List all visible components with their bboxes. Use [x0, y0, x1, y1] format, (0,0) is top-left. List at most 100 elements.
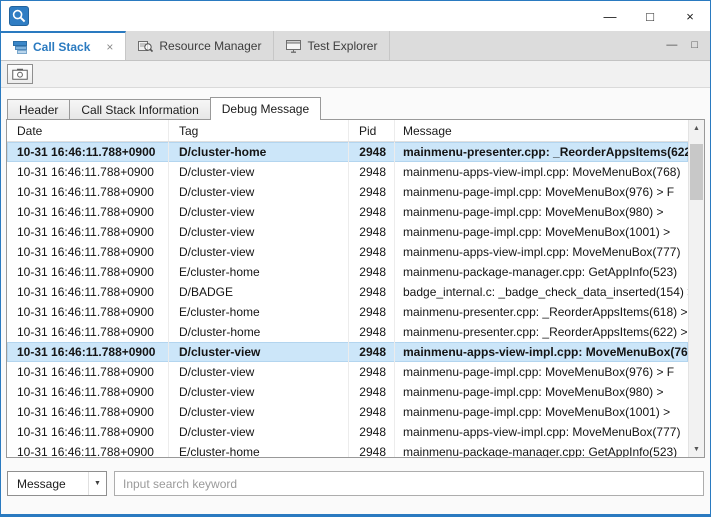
cell-message: mainmenu-presenter.cpp: _ReorderAppsItem…: [395, 302, 688, 322]
log-row[interactable]: 10-31 16:46:11.788+0900 E/cluster-home 2…: [7, 262, 688, 282]
log-row[interactable]: 10-31 16:46:11.788+0900 D/cluster-view 2…: [7, 382, 688, 402]
panel-minimize-icon[interactable]: —: [666, 40, 677, 51]
log-row[interactable]: 10-31 16:46:11.788+0900 D/cluster-home 2…: [7, 322, 688, 342]
test-explorer-icon: [286, 39, 301, 53]
tab-call-stack[interactable]: Call Stack ×: [1, 31, 126, 60]
cell-tag: D/cluster-view: [169, 342, 349, 362]
chevron-down-icon: ▼: [88, 472, 106, 495]
cell-message: mainmenu-page-impl.cpp: MoveMenuBox(980)…: [395, 382, 688, 402]
tab-test-explorer[interactable]: Test Explorer: [274, 31, 390, 60]
cell-pid: 2948: [349, 382, 395, 402]
capture-log-button[interactable]: [7, 64, 33, 84]
cell-tag: D/cluster-view: [169, 162, 349, 182]
scroll-up-icon[interactable]: ▲: [689, 120, 704, 136]
cell-date: 10-31 16:46:11.788+0900: [7, 302, 169, 322]
log-row[interactable]: 10-31 16:46:11.788+0900 E/cluster-home 2…: [7, 442, 688, 458]
cell-date: 10-31 16:46:11.788+0900: [7, 322, 169, 342]
log-row[interactable]: 10-31 16:46:11.788+0900 D/BADGE 2948 bad…: [7, 282, 688, 302]
log-table: Date Tag Pid Message 10-31 16:46:11.788+…: [6, 119, 705, 458]
cell-pid: 2948: [349, 202, 395, 222]
cell-tag: D/cluster-view: [169, 222, 349, 242]
panel-controls: — □: [666, 31, 710, 60]
cell-message: mainmenu-package-manager.cpp: GetAppInfo…: [395, 442, 688, 458]
cell-pid: 2948: [349, 322, 395, 342]
tab-close-icon[interactable]: ×: [106, 40, 113, 54]
cell-date: 10-31 16:46:11.788+0900: [7, 442, 169, 458]
cell-tag: D/cluster-view: [169, 382, 349, 402]
cell-message: mainmenu-page-impl.cpp: MoveMenuBox(1001…: [395, 402, 688, 422]
cell-pid: 2948: [349, 282, 395, 302]
column-header-date[interactable]: Date: [7, 120, 169, 141]
cell-tag: E/cluster-home: [169, 262, 349, 282]
log-row[interactable]: 10-31 16:46:11.788+0900 E/cluster-home 2…: [7, 302, 688, 322]
cell-message: mainmenu-apps-view-impl.cpp: MoveMenuBox…: [395, 242, 688, 262]
column-header-pid[interactable]: Pid: [349, 120, 395, 141]
column-header-tag[interactable]: Tag: [169, 120, 349, 141]
window-maximize-button[interactable]: □: [630, 1, 670, 31]
log-row[interactable]: 10-31 16:46:11.788+0900 D/cluster-view 2…: [7, 362, 688, 382]
cell-date: 10-31 16:46:11.788+0900: [7, 142, 169, 162]
window-close-button[interactable]: ×: [670, 1, 710, 31]
cell-pid: 2948: [349, 422, 395, 442]
cell-tag: D/cluster-view: [169, 362, 349, 382]
log-row[interactable]: 10-31 16:46:11.788+0900 D/cluster-view 2…: [7, 162, 688, 182]
column-header-message[interactable]: Message: [395, 120, 688, 141]
call-stack-icon: [13, 40, 27, 54]
cell-date: 10-31 16:46:11.788+0900: [7, 202, 169, 222]
cell-tag: D/cluster-view: [169, 242, 349, 262]
cell-date: 10-31 16:46:11.788+0900: [7, 282, 169, 302]
view-tab-bar: Header Call Stack Information Debug Mess…: [7, 97, 320, 120]
cell-tag: D/cluster-view: [169, 422, 349, 442]
cell-message: mainmenu-page-impl.cpp: MoveMenuBox(976)…: [395, 182, 688, 202]
cell-message: mainmenu-apps-view-impl.cpp: MoveMenuBox…: [395, 342, 688, 362]
log-row[interactable]: 10-31 16:46:11.788+0900 D/cluster-view 2…: [7, 342, 688, 362]
log-row[interactable]: 10-31 16:46:11.788+0900 D/cluster-view 2…: [7, 402, 688, 422]
cell-tag: D/cluster-view: [169, 402, 349, 422]
cell-pid: 2948: [349, 362, 395, 382]
titlebar[interactable]: — □ ×: [1, 1, 710, 31]
camera-icon: [12, 68, 28, 80]
app-icon: [9, 6, 29, 26]
cell-pid: 2948: [349, 402, 395, 422]
cell-tag: D/cluster-view: [169, 182, 349, 202]
search-field-dropdown[interactable]: Message ▼: [7, 471, 107, 496]
log-row[interactable]: 10-31 16:46:11.788+0900 D/cluster-view 2…: [7, 202, 688, 222]
cell-tag: E/cluster-home: [169, 302, 349, 322]
panel-maximize-icon[interactable]: □: [691, 40, 698, 51]
log-row[interactable]: 10-31 16:46:11.788+0900 D/cluster-view 2…: [7, 422, 688, 442]
tab-header[interactable]: Header: [7, 99, 70, 120]
cell-date: 10-31 16:46:11.788+0900: [7, 382, 169, 402]
cell-pid: 2948: [349, 262, 395, 282]
cell-pid: 2948: [349, 302, 395, 322]
scrollbar-thumb[interactable]: [690, 144, 703, 200]
log-row[interactable]: 10-31 16:46:11.788+0900 D/cluster-view 2…: [7, 242, 688, 262]
cell-message: mainmenu-page-impl.cpp: MoveMenuBox(980)…: [395, 202, 688, 222]
search-input[interactable]: [114, 471, 704, 496]
search-bar: Message ▼: [7, 471, 704, 496]
tab-call-stack-information[interactable]: Call Stack Information: [69, 99, 210, 120]
vertical-scrollbar[interactable]: ▲ ▼: [688, 120, 704, 457]
cell-message: mainmenu-apps-view-impl.cpp: MoveMenuBox…: [395, 162, 688, 182]
table-header-row: Date Tag Pid Message: [7, 120, 688, 142]
window-controls: — □ ×: [590, 1, 710, 31]
client-area: Header Call Stack Information Debug Mess…: [1, 88, 710, 514]
main-tab-bar: Call Stack × Resource Manager: [1, 31, 710, 61]
cell-pid: 2948: [349, 242, 395, 262]
cell-date: 10-31 16:46:11.788+0900: [7, 262, 169, 282]
log-row[interactable]: 10-31 16:46:11.788+0900 D/cluster-view 2…: [7, 182, 688, 202]
cell-message: mainmenu-page-impl.cpp: MoveMenuBox(1001…: [395, 222, 688, 242]
log-row[interactable]: 10-31 16:46:11.788+0900 D/cluster-home 2…: [7, 142, 688, 162]
cell-message: mainmenu-page-impl.cpp: MoveMenuBox(976)…: [395, 362, 688, 382]
cell-date: 10-31 16:46:11.788+0900: [7, 182, 169, 202]
tab-call-stack-label: Call Stack: [33, 40, 90, 54]
cell-pid: 2948: [349, 162, 395, 182]
cell-date: 10-31 16:46:11.788+0900: [7, 162, 169, 182]
search-field-value: Message: [8, 477, 66, 491]
tab-resource-manager[interactable]: Resource Manager: [126, 31, 274, 60]
log-row[interactable]: 10-31 16:46:11.788+0900 D/cluster-view 2…: [7, 222, 688, 242]
scroll-down-icon[interactable]: ▼: [689, 441, 704, 457]
cell-date: 10-31 16:46:11.788+0900: [7, 402, 169, 422]
tab-debug-message[interactable]: Debug Message: [210, 97, 321, 120]
window-minimize-button[interactable]: —: [590, 1, 630, 31]
cell-message: mainmenu-apps-view-impl.cpp: MoveMenuBox…: [395, 422, 688, 442]
